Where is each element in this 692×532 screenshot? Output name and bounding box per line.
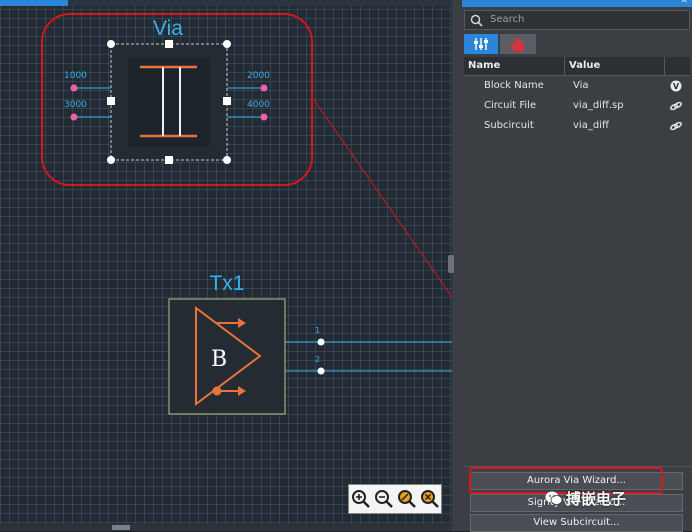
property-name: Circuit File bbox=[484, 100, 537, 111]
wechat-icon bbox=[545, 491, 563, 505]
property-row-circuit-file[interactable]: Circuit File via_diff.sp bbox=[464, 96, 690, 116]
via-pin-3000 bbox=[70, 113, 78, 121]
property-value[interactable]: Via bbox=[573, 80, 589, 91]
property-value[interactable]: via_diff.sp bbox=[573, 100, 624, 111]
tx-symbol: B bbox=[211, 347, 227, 372]
svg-text:V: V bbox=[673, 82, 680, 91]
via-pin-2000 bbox=[260, 84, 268, 92]
property-row-block-name[interactable]: Block Name Via V bbox=[464, 76, 690, 96]
callout-arrow bbox=[313, 99, 452, 299]
horizontal-scrollbar[interactable] bbox=[0, 524, 452, 531]
search-placeholder: Search bbox=[490, 14, 525, 25]
tx-pin-label-2: 2 bbox=[315, 355, 320, 364]
panel-header: ✕ bbox=[462, 0, 692, 7]
tags-tab-button[interactable] bbox=[500, 34, 536, 54]
link-icon[interactable] bbox=[670, 120, 682, 132]
properties-icon bbox=[474, 38, 488, 50]
property-row-subcircuit[interactable]: Subcircuit via_diff bbox=[464, 116, 690, 136]
via-title: Via bbox=[153, 17, 183, 40]
property-name: Block Name bbox=[484, 80, 544, 91]
via-body bbox=[128, 57, 210, 147]
zoom-reset-icon[interactable] bbox=[420, 489, 440, 509]
via-pin-4000 bbox=[260, 113, 268, 121]
via-pin-label-2000: 2000 bbox=[247, 71, 270, 81]
zoom-fit-icon[interactable] bbox=[397, 489, 417, 509]
properties-tab-button[interactable] bbox=[464, 34, 498, 54]
schematic-canvas[interactable]: Via 1000 3000 2000 4000 Tx1 B 1 2 bbox=[0, 0, 452, 531]
close-icon[interactable]: ✕ bbox=[680, 0, 688, 6]
zoom-out-icon[interactable] bbox=[374, 489, 394, 509]
watermark-text: 搏嵌电子 bbox=[566, 490, 627, 508]
property-name: Subcircuit bbox=[484, 120, 534, 131]
splitter-grip[interactable] bbox=[448, 255, 454, 273]
via-pin-label-1000: 1000 bbox=[64, 71, 87, 81]
tx-pin-2 bbox=[317, 367, 325, 375]
scrollbar-thumb[interactable] bbox=[112, 525, 130, 530]
view-subcircuit-button[interactable]: View Subcircuit... bbox=[470, 514, 683, 532]
column-header-name: Name bbox=[468, 60, 501, 71]
tx-title: Tx1 bbox=[209, 272, 244, 295]
via-pin-label-3000: 3000 bbox=[64, 100, 87, 110]
tx-pin-label-1: 1 bbox=[315, 326, 320, 335]
property-value[interactable]: via_diff bbox=[573, 120, 609, 131]
properties-panel: ✕ Search Name Value Block Name Via V Cir… bbox=[462, 0, 692, 532]
tx-pin-1 bbox=[317, 338, 325, 346]
zoom-in-icon[interactable] bbox=[351, 489, 371, 509]
column-header-value: Value bbox=[569, 60, 601, 71]
via-pin-1000 bbox=[70, 84, 78, 92]
search-input[interactable]: Search bbox=[464, 10, 690, 30]
search-icon bbox=[470, 14, 483, 27]
v-badge-icon[interactable]: V bbox=[670, 80, 682, 92]
zoom-toolbar bbox=[348, 484, 442, 514]
link-icon[interactable] bbox=[670, 100, 682, 112]
via-pin-label-4000: 4000 bbox=[247, 100, 270, 110]
tags-icon bbox=[509, 37, 525, 53]
schematic-drawing: Via 1000 3000 2000 4000 Tx1 B 1 2 bbox=[41, 13, 452, 415]
property-grid-header: Name Value bbox=[464, 57, 690, 76]
